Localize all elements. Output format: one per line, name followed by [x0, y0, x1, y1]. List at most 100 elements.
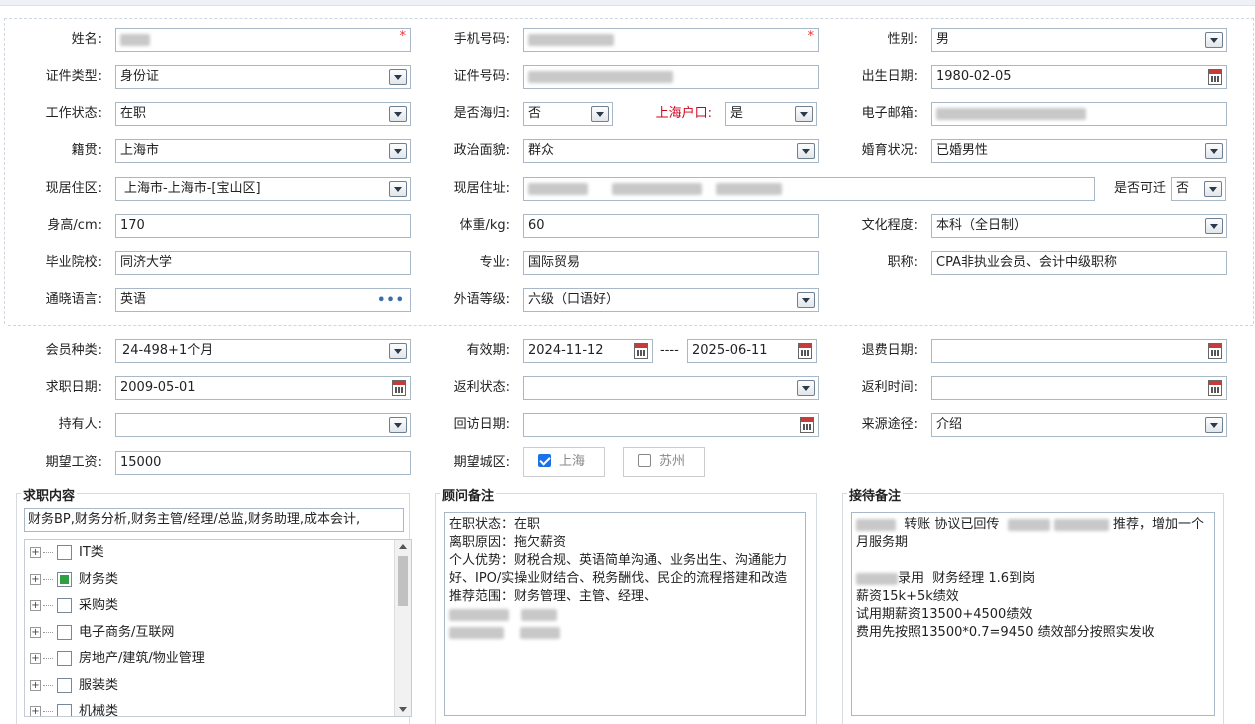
chevron-down-icon[interactable]: [389, 417, 407, 433]
residence-address-input[interactable]: [523, 177, 1095, 201]
chevron-down-icon[interactable]: [797, 292, 815, 308]
tree-item[interactable]: + 电子商务/互联网: [25, 620, 411, 647]
checkbox-checked-icon[interactable]: [538, 454, 551, 467]
tree-item[interactable]: + 财务类: [25, 567, 411, 594]
education-select[interactable]: 本科（全日制）: [931, 214, 1227, 238]
chevron-down-icon[interactable]: [591, 106, 609, 122]
expected-salary-input[interactable]: 15000: [115, 451, 411, 475]
tree-item[interactable]: + 采购类: [25, 593, 411, 620]
tree-item-label: IT类: [79, 545, 104, 560]
residence-area-select[interactable]: 上海市-上海市-[宝山区]: [115, 177, 411, 201]
plus-icon[interactable]: +: [30, 600, 41, 611]
plus-icon[interactable]: +: [30, 547, 41, 558]
height-input[interactable]: 170: [115, 214, 411, 238]
checkbox-icon[interactable]: [638, 454, 651, 467]
city-option-shanghai[interactable]: 上海: [523, 447, 605, 477]
political-select[interactable]: 群众: [523, 139, 819, 163]
validity-end-input[interactable]: 2025-06-11: [687, 339, 817, 363]
scroll-thumb[interactable]: [398, 556, 408, 606]
tree-scrollbar[interactable]: [394, 540, 411, 716]
calendar-icon[interactable]: [1208, 343, 1222, 359]
refund-date-input[interactable]: [931, 339, 1227, 363]
major-input[interactable]: 国际贸易: [523, 251, 819, 275]
chevron-down-icon[interactable]: [389, 69, 407, 85]
id-number-label: 证件号码:: [453, 69, 510, 84]
member-type-value: 24-498+1个月: [122, 343, 214, 358]
plus-icon[interactable]: +: [30, 653, 41, 664]
chevron-down-icon[interactable]: [1205, 143, 1223, 159]
shanghai-hukou-select[interactable]: 是: [725, 102, 817, 126]
plus-icon[interactable]: +: [30, 679, 41, 691]
tree-item[interactable]: + IT类: [25, 540, 411, 567]
scroll-down-icon[interactable]: [399, 707, 407, 712]
id-type-select[interactable]: 身份证: [115, 65, 411, 89]
gender-select[interactable]: 男: [931, 28, 1227, 52]
chevron-down-icon[interactable]: [389, 143, 407, 159]
id-number-input[interactable]: [523, 65, 819, 89]
checkbox-icon[interactable]: [57, 651, 72, 666]
phone-input[interactable]: *: [523, 28, 819, 52]
native-place-select[interactable]: 上海市: [115, 139, 411, 163]
chevron-down-icon[interactable]: [389, 343, 407, 359]
chevron-down-icon[interactable]: [1204, 181, 1222, 197]
city-option-suzhou[interactable]: 苏州: [623, 447, 705, 477]
chevron-down-icon[interactable]: [797, 380, 815, 396]
job-content-summary[interactable]: 财务BP,财务分析,财务主管/经理/总监,财务助理,成本会计,: [24, 508, 404, 532]
checkbox-icon[interactable]: [57, 677, 72, 693]
calendar-icon[interactable]: [1208, 69, 1222, 85]
checkbox-icon[interactable]: [57, 624, 72, 640]
marital-select[interactable]: 已婚男性: [931, 139, 1227, 163]
tree-item[interactable]: + 机械类: [25, 699, 411, 716]
chevron-down-icon[interactable]: [795, 106, 813, 122]
work-status-select[interactable]: 在职: [115, 102, 411, 126]
email-input[interactable]: [931, 102, 1227, 126]
calendar-icon[interactable]: [800, 417, 814, 433]
chevron-down-icon[interactable]: [389, 181, 407, 197]
checkbox-icon[interactable]: [57, 704, 72, 716]
school-input[interactable]: 同济大学: [115, 251, 411, 275]
holder-select[interactable]: [115, 413, 411, 437]
scroll-up-icon[interactable]: [399, 544, 407, 549]
reception-notes-textarea[interactable]: 转账 协议已回传 推荐，增加一个月服务期 录用 财务经理 1.6到岗 薪资15k+5…: [851, 512, 1215, 716]
calendar-icon[interactable]: [1208, 380, 1222, 396]
plus-icon[interactable]: +: [30, 573, 41, 585]
source-select[interactable]: 介绍: [931, 413, 1227, 437]
plus-icon[interactable]: +: [30, 706, 41, 716]
languages-value: 英语: [120, 292, 147, 307]
calendar-icon[interactable]: [392, 380, 406, 396]
id-type-label: 证件类型:: [45, 69, 102, 84]
job-date-input[interactable]: 2009-05-01: [115, 376, 411, 400]
advisor-notes-textarea[interactable]: 在职状态：在职 离职原因：拖欠薪资 个人优势：财税合规、英语简单沟通、业务出生、沟通…: [444, 512, 806, 716]
title-input[interactable]: CPA非执业会员、会计中级职称: [931, 251, 1227, 275]
birthday-input[interactable]: 1980-02-05: [931, 65, 1227, 89]
chevron-down-icon[interactable]: [1205, 417, 1223, 433]
weight-input[interactable]: 60: [523, 214, 819, 238]
checkbox-partial-icon[interactable]: [57, 571, 72, 587]
visit-date-input[interactable]: [523, 413, 819, 437]
name-input[interactable]: *: [115, 28, 411, 52]
checkbox-icon[interactable]: [57, 598, 72, 613]
chevron-down-icon[interactable]: [389, 106, 407, 122]
title-value: CPA非执业会员、会计中级职称: [936, 255, 1117, 270]
tree-item[interactable]: + 房地产/建筑/物业管理: [25, 646, 411, 673]
chevron-down-icon[interactable]: [797, 143, 815, 159]
rebate-status-select[interactable]: [523, 376, 819, 400]
relocate-select[interactable]: 否: [1171, 177, 1226, 201]
calendar-icon[interactable]: [634, 343, 648, 359]
language-level-select[interactable]: 六级（口语好）: [523, 288, 819, 312]
rebate-time-input[interactable]: [931, 376, 1227, 400]
job-category-tree[interactable]: + IT类 + 财务类 + 采购类 + 电子商务/互联网 + 房地产/建筑/物业管理 + 服…: [24, 539, 412, 717]
calendar-icon[interactable]: [798, 343, 812, 359]
languages-input[interactable]: 英语 •••: [115, 288, 411, 312]
validity-start-input[interactable]: 2024-11-12: [523, 339, 653, 363]
plus-icon[interactable]: +: [30, 626, 41, 638]
tree-item[interactable]: + 服装类: [25, 673, 411, 700]
chevron-down-icon[interactable]: [1205, 32, 1223, 48]
political-value: 群众: [528, 143, 555, 158]
more-icon[interactable]: •••: [377, 290, 405, 311]
checkbox-icon[interactable]: [57, 545, 72, 560]
expected-salary-value: 15000: [120, 455, 162, 470]
chevron-down-icon[interactable]: [1205, 218, 1223, 234]
member-type-select[interactable]: 24-498+1个月: [115, 339, 411, 363]
returnee-select[interactable]: 否: [523, 102, 613, 126]
